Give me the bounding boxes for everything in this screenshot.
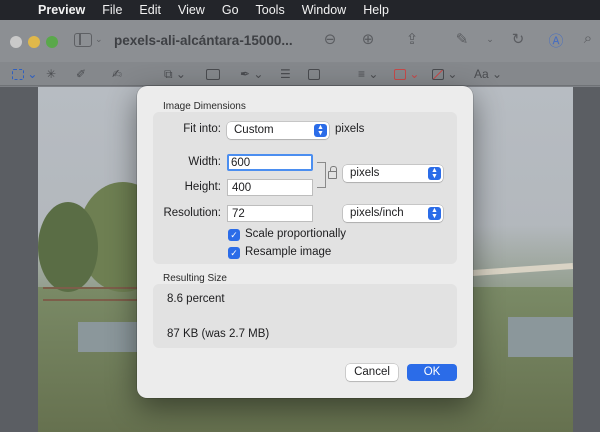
percent-text: 8.6 percent [167, 293, 225, 305]
ok-button[interactable]: OK [407, 364, 457, 381]
resulting-size-group: 8.6 percent 87 KB (was 2.7 MB) [153, 284, 457, 348]
fit-into-label: Fit into: [183, 123, 221, 135]
menu-preview[interactable]: Preview [34, 3, 94, 17]
zoom-out-icon[interactable]: ⊖ [320, 30, 340, 48]
shapes-icon[interactable]: ⧉ ⌄ [164, 66, 186, 82]
sidebar-toggle-icon[interactable] [74, 33, 92, 47]
menu-help[interactable]: Help [355, 3, 398, 17]
fill-color-icon[interactable]: ⌄ [432, 66, 457, 82]
markup-chevron-icon[interactable]: ⌄ [480, 34, 500, 45]
photo-water [508, 317, 573, 357]
resolution-unit-popup[interactable]: pixels/inch ▲ ▼ [343, 205, 443, 222]
text-style-icon[interactable]: Aa ⌄ [474, 66, 502, 82]
file-size-text: 87 KB (was 2.7 MB) [167, 328, 270, 340]
adjust-size-dialog: Image Dimensions Fit into: Custom ▲ ▼ pix… [137, 86, 473, 398]
resample-image-label: Resample image [245, 246, 332, 258]
menu-window[interactable]: Window [293, 3, 354, 17]
fit-into-unit: pixels [335, 123, 365, 135]
photo-tree [38, 202, 98, 292]
zoom-window-button[interactable] [46, 36, 58, 48]
shape-style-icon[interactable]: ≡ ⌄ [358, 66, 378, 82]
menu-tools[interactable]: Tools [247, 3, 293, 17]
image-dimensions-group: Fit into: Custom ▲▼ pixels Width: Height… [153, 112, 457, 264]
menu-bar: Preview File Edit View Go Tools Window H… [0, 0, 600, 20]
markup-pen-icon[interactable]: ✎ [452, 30, 472, 48]
cancel-button[interactable]: Cancel [346, 364, 398, 381]
proportion-bracket [317, 162, 326, 188]
resolution-input[interactable] [227, 205, 313, 222]
resolution-unit-value: pixels/inch [350, 207, 404, 219]
height-input[interactable] [227, 179, 313, 196]
scale-proportionally-checkbox[interactable]: ✓ [228, 229, 240, 241]
rectangular-selection-icon[interactable]: ⌄ [12, 66, 37, 82]
resulting-size-label: Resulting Size [163, 273, 227, 284]
border-color-icon[interactable]: ⌄ [394, 66, 419, 82]
size-unit-value: pixels [350, 167, 380, 179]
lock-icon[interactable] [328, 166, 337, 179]
adjust-color-icon[interactable]: ☰ [280, 66, 291, 82]
text-box-icon[interactable] [206, 66, 220, 82]
photo-bridge [457, 262, 573, 278]
resolution-label: Resolution: [163, 207, 221, 219]
rotate-icon[interactable]: ↻ [508, 30, 528, 48]
close-window-button[interactable] [10, 36, 22, 48]
menu-file[interactable]: File [94, 3, 131, 17]
popup-stepper-icon: ▲ ▼ [314, 124, 327, 137]
scale-proportionally-label: Scale proportionally [245, 228, 347, 240]
title-bar: ⌄ pexels-ali-alcántara-15000... ⊖ ⊕ ⇪ ✎ … [0, 20, 600, 62]
sign-icon[interactable]: ✒ ⌄ [240, 66, 263, 82]
sketch-icon[interactable]: ✐ [76, 66, 86, 82]
instant-alpha-icon[interactable]: ✳ [46, 66, 56, 82]
markup-circle-icon[interactable]: Ⓐ [546, 30, 566, 51]
zoom-in-icon[interactable]: ⊕ [358, 30, 378, 48]
menu-edit[interactable]: Edit [131, 3, 170, 17]
share-icon[interactable]: ⇪ [402, 30, 422, 48]
chevron-down-icon[interactable]: ⌄ [95, 34, 103, 45]
search-icon[interactable]: ⌕ [578, 30, 598, 47]
markup-toolbar: ⌄ ✳ ✐ ✍ ⧉ ⌄ ✒ ⌄ ☰ ≡ ⌄ ⌄ ⌄ Aa ⌄ [0, 62, 600, 86]
menu-view[interactable]: View [169, 3, 213, 17]
size-unit-popup[interactable]: pixels ▲ ▼ [343, 165, 443, 182]
popup-stepper-icon: ▲ ▼ [428, 167, 441, 180]
draw-icon[interactable]: ✍ [112, 66, 122, 82]
image-dimensions-label: Image Dimensions [163, 101, 246, 112]
popup-stepper-icon: ▲ ▼ [428, 207, 441, 220]
fit-into-value: Custom [234, 124, 274, 136]
minimize-window-button[interactable] [28, 36, 40, 48]
width-input[interactable] [227, 154, 313, 171]
adjust-size-icon[interactable] [308, 66, 320, 82]
fit-into-popup[interactable]: Custom ▲ ▼ [227, 122, 329, 139]
width-label: Width: [188, 156, 221, 168]
menu-go[interactable]: Go [213, 3, 247, 17]
document-title: pexels-ali-alcántara-15000... [114, 33, 293, 48]
height-label: Height: [184, 181, 221, 193]
resample-image-checkbox[interactable]: ✓ [228, 247, 240, 259]
